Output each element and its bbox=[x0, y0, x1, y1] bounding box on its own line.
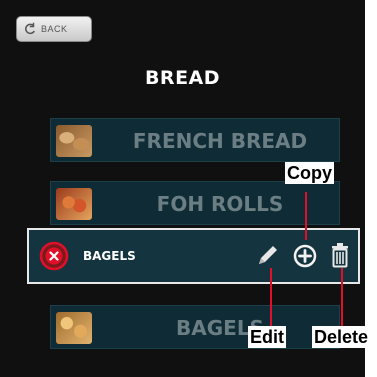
copy-callout-label: Copy bbox=[285, 162, 334, 184]
plus-circle-icon[interactable] bbox=[293, 244, 317, 268]
edit-callout-line bbox=[270, 268, 272, 326]
list-item-label: BAGELS bbox=[176, 316, 264, 340]
back-button[interactable]: BACK bbox=[16, 16, 92, 42]
back-button-label: BACK bbox=[41, 24, 68, 34]
selected-list-item[interactable]: BAGELS bbox=[27, 228, 360, 284]
copy-callout-line bbox=[305, 192, 307, 240]
bagels-thumbnail bbox=[56, 312, 92, 344]
back-arrow-icon bbox=[25, 22, 35, 34]
list-item[interactable]: BAGELS bbox=[50, 305, 340, 349]
delete-callout-line bbox=[341, 268, 343, 326]
list-item-label: FRENCH BREAD bbox=[132, 129, 308, 153]
trash-icon[interactable] bbox=[329, 242, 351, 268]
page-title: BREAD bbox=[144, 67, 221, 89]
x-circle-icon[interactable] bbox=[39, 241, 69, 271]
list-item[interactable]: FOH ROLLS bbox=[50, 181, 340, 225]
pencil-icon[interactable] bbox=[254, 243, 280, 269]
list-item-label: FOH ROLLS bbox=[156, 192, 284, 216]
screen: BACK BREAD FRENCH BREAD FOH ROLLS BAGELS bbox=[0, 0, 365, 377]
foh-rolls-thumbnail bbox=[56, 188, 92, 220]
edit-callout-label: Edit bbox=[248, 326, 286, 348]
french-bread-thumbnail bbox=[56, 125, 92, 157]
delete-callout-label: Delete bbox=[312, 326, 371, 348]
list-item[interactable]: FRENCH BREAD bbox=[50, 118, 340, 162]
selected-item-label: BAGELS bbox=[83, 249, 136, 263]
